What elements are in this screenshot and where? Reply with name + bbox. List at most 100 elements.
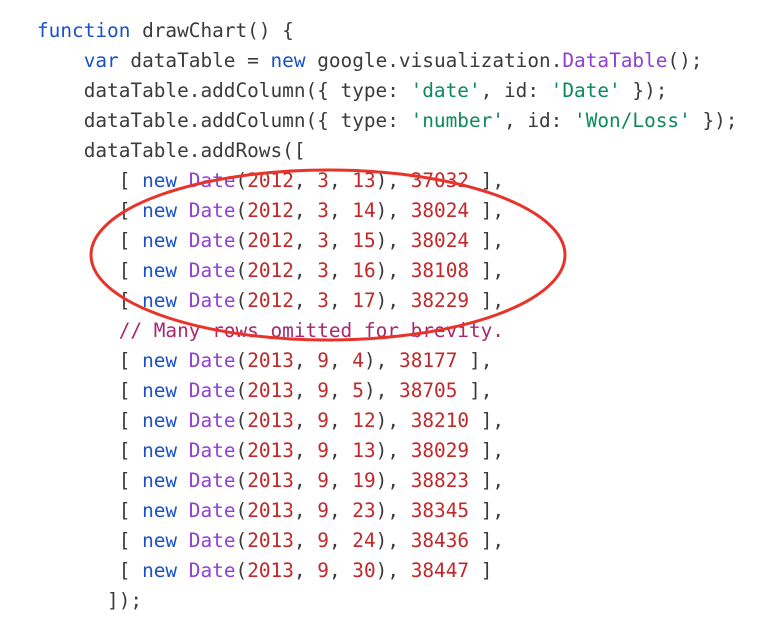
code-token: 24 — [352, 529, 376, 552]
code-token: 2013 — [247, 379, 294, 402]
code-token: ( — [235, 259, 248, 282]
code-token: ], — [457, 379, 493, 402]
code-token: new — [142, 379, 178, 402]
code-token: Date — [188, 229, 236, 252]
code-token: dataTable.addRows([ — [37, 139, 306, 162]
code-token: new — [270, 49, 306, 72]
code-token: 15 — [352, 229, 376, 252]
code-token: , — [328, 349, 353, 372]
code-token: [ — [37, 199, 143, 222]
code-token: 13 — [352, 169, 376, 192]
code-token: 30 — [352, 559, 376, 582]
code-token: 2012 — [247, 259, 294, 282]
code-token: 2013 — [247, 529, 294, 552]
code-token: 5 — [352, 379, 364, 402]
code-token: 'Won/Loss' — [574, 109, 691, 132]
code-token: 38229 — [410, 289, 470, 312]
code-token: , id: — [480, 79, 551, 102]
code-token: Date — [188, 529, 236, 552]
code-token: 2013 — [247, 349, 294, 372]
code-line-2: var dataTable = new google.visualization… — [37, 46, 703, 76]
code-token: ( — [235, 169, 248, 192]
code-token: Date — [188, 169, 236, 192]
code-token: [ — [37, 469, 143, 492]
code-token: , — [328, 499, 353, 522]
code-token: , — [293, 499, 318, 522]
code-token: }); — [620, 79, 668, 102]
code-token: 12 — [352, 409, 376, 432]
code-token: ( — [235, 409, 248, 432]
code-token: 'number' — [410, 109, 504, 132]
code-line-13: [ new Date(2013, 9, 5), 38705 ], — [37, 376, 493, 406]
code-token: 9 — [317, 499, 329, 522]
code-token: , — [293, 379, 318, 402]
code-token: ], — [469, 529, 505, 552]
code-token: , — [328, 259, 353, 282]
code-token: 9 — [317, 349, 329, 372]
code-token: dataTable.addColumn({ type: — [37, 109, 411, 132]
code-token: ), — [375, 259, 411, 282]
code-token: 9 — [317, 439, 329, 462]
code-line-1: function drawChart() { — [37, 16, 294, 46]
code-token: [ — [37, 349, 143, 372]
code-token: new — [142, 199, 178, 222]
code-token: [ — [37, 409, 143, 432]
code-token: dataTable.addColumn({ type: — [37, 79, 411, 102]
code-token: ), — [375, 289, 411, 312]
code-token: 13 — [352, 439, 376, 462]
code-token: , — [328, 409, 353, 432]
code-token: 2013 — [247, 439, 294, 462]
code-token: ), — [375, 409, 411, 432]
code-token: ], — [469, 289, 505, 312]
code-line-9: [ new Date(2012, 3, 16), 38108 ], — [37, 256, 504, 286]
code-token: ( — [235, 349, 248, 372]
code-token: 2012 — [247, 199, 294, 222]
code-token: , — [293, 229, 318, 252]
code-token: 2013 — [247, 409, 294, 432]
code-token: 38447 — [410, 559, 470, 582]
code-token: google.visualization. — [305, 49, 563, 72]
code-token: , — [328, 529, 353, 552]
code-token: , — [328, 559, 353, 582]
code-token: , — [293, 259, 318, 282]
code-token: [ — [37, 259, 143, 282]
code-token: ), — [375, 499, 411, 522]
code-token: ], — [469, 499, 505, 522]
code-token: ), — [363, 349, 400, 372]
code-token: Date — [188, 379, 236, 402]
code-token: 38705 — [399, 379, 458, 402]
code-line-4: dataTable.addColumn({ type: 'number', id… — [37, 106, 738, 136]
code-token: new — [142, 559, 178, 582]
code-token: ( — [235, 529, 248, 552]
code-token: ], — [457, 349, 493, 372]
code-token: , — [293, 199, 318, 222]
code-token: 9 — [317, 379, 329, 402]
code-token: [ — [37, 289, 143, 312]
code-token: Date — [188, 469, 236, 492]
code-token: 38029 — [410, 439, 470, 462]
code-token: [ — [37, 229, 143, 252]
code-token: [ — [37, 439, 143, 462]
code-token: [ — [37, 499, 143, 522]
code-token: ( — [235, 379, 248, 402]
code-token: new — [142, 289, 178, 312]
code-token: [ — [37, 379, 143, 402]
code-token: 9 — [317, 529, 329, 552]
code-line-20: ]); — [37, 586, 142, 616]
code-token: ], — [469, 409, 505, 432]
code-token: new — [142, 259, 178, 282]
code-token: 38024 — [410, 229, 470, 252]
code-line-6: [ new Date(2012, 3, 13), 37032 ], — [37, 166, 504, 196]
code-line-18: [ new Date(2013, 9, 24), 38436 ], — [37, 526, 504, 556]
code-token: 38108 — [410, 259, 470, 282]
